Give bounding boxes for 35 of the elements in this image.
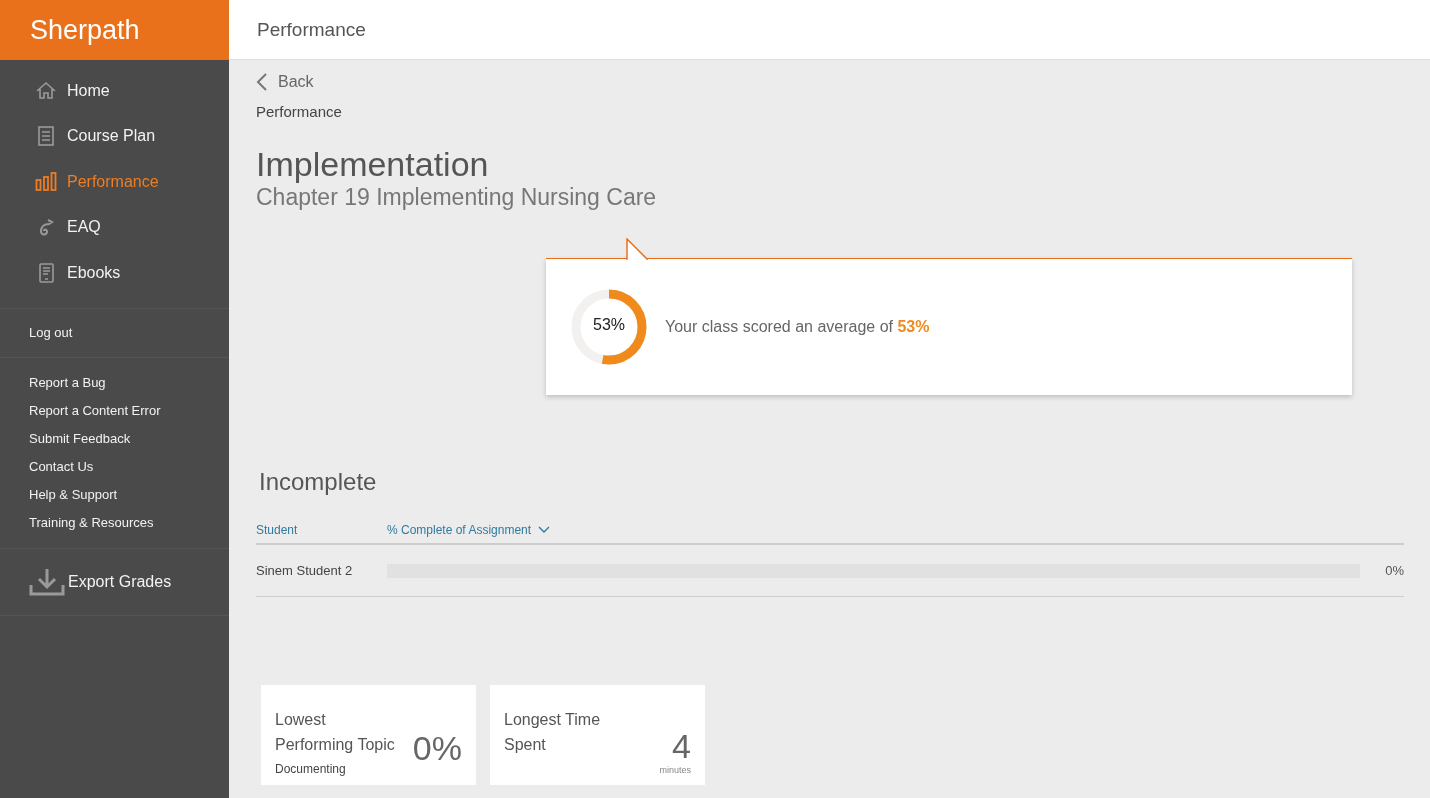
stat-topic: Documenting — [275, 762, 347, 776]
column-header[interactable]: % Complete of Assignment — [387, 522, 551, 537]
stat-value: 4 — [672, 731, 691, 761]
download-icon — [29, 566, 65, 597]
sidebar-link[interactable]: Contact Us — [29, 452, 94, 481]
student-name: Sinem Student 2 — [256, 563, 354, 578]
nav-item[interactable]: EAQ — [0, 204, 101, 250]
column-header[interactable]: Student — [256, 522, 387, 537]
score-percent: 53% — [592, 316, 626, 334]
bar-chart-icon — [35, 170, 57, 193]
stat-unit: minutes — [659, 765, 691, 775]
nav-item[interactable]: Home — [0, 68, 110, 114]
page-title: Performance — [257, 18, 366, 41]
section-heading: Incomplete — [259, 468, 378, 496]
back-link[interactable]: Back — [256, 70, 314, 94]
sidebar-link[interactable]: Help & Support — [29, 480, 118, 509]
sidebar-link[interactable]: Submit Feedback — [29, 424, 131, 453]
export-grades-button[interactable]: Export Grades — [29, 566, 172, 597]
logout-link[interactable]: Log out — [29, 322, 73, 343]
assignment-title: Implementation — [256, 144, 490, 184]
stat-title: Longest Time Spent — [504, 710, 602, 755]
home-icon — [35, 79, 57, 102]
sidebar-link[interactable]: Report a Content Error — [29, 396, 161, 425]
sidebar-link[interactable]: Report a Bug — [29, 368, 106, 397]
stat-title: Lowest Performing Topic — [275, 710, 396, 755]
nav-item[interactable]: Course Plan — [0, 113, 156, 159]
score-message: Your class scored an average of 53% — [665, 318, 930, 336]
breadcrumb: Performance — [256, 103, 343, 120]
sidebar-link[interactable]: Training & Resources — [29, 508, 154, 537]
nav-item[interactable]: Ebooks — [0, 250, 121, 296]
chapter-subtitle: Chapter 19 Implementing Nursing Care — [256, 184, 658, 211]
progress-percent: 0% — [1384, 563, 1404, 578]
chevron-left-icon — [256, 72, 268, 92]
list-icon — [35, 125, 57, 148]
stat-value: 0% — [412, 731, 462, 765]
